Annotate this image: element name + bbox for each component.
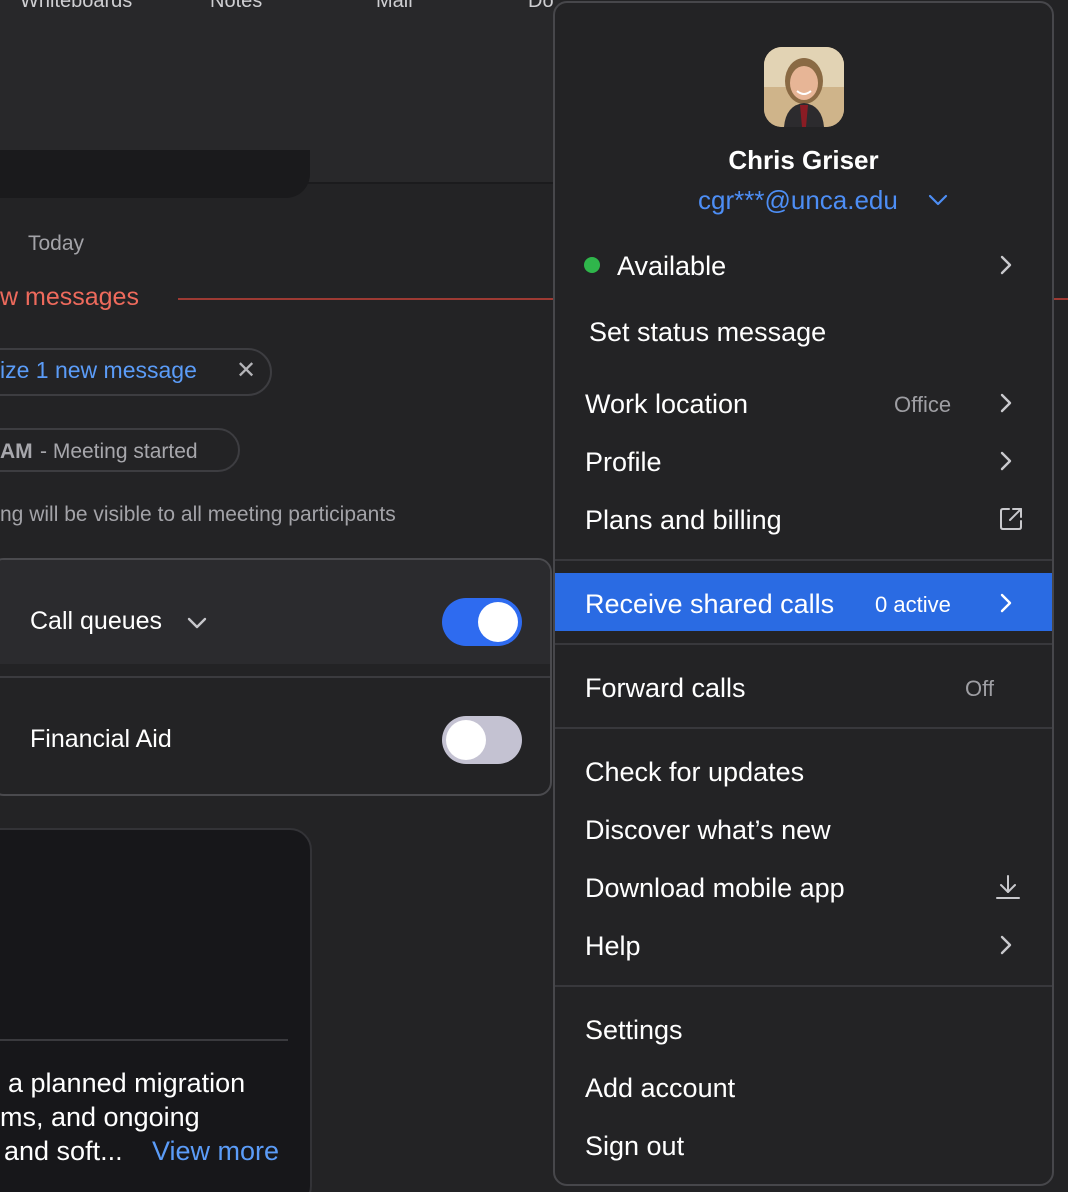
menu-separator [555,559,1052,561]
chevron-right-icon [1000,255,1012,275]
close-icon[interactable]: ✕ [236,356,256,385]
new-messages-label: w messages [0,283,139,311]
menu-item-help[interactable]: Help [585,931,641,962]
menu-separator [555,985,1052,987]
tab-whiteboards[interactable]: Whiteboards [20,0,132,13]
financial-aid-toggle[interactable] [442,716,522,764]
card-divider [0,1039,288,1041]
menu-item-download-mobile[interactable]: Download mobile app [585,873,845,904]
date-separator: Today [28,232,85,255]
call-queues-toggle[interactable] [442,598,522,646]
external-link-icon [1000,508,1022,530]
toggle-knob [478,602,518,642]
chevron-down-icon[interactable] [927,193,949,207]
avatar[interactable] [764,47,844,127]
menu-separator [555,643,1052,645]
chevron-right-icon [1000,935,1012,955]
active-count-badge: 0 active [875,592,951,617]
divider [0,676,550,678]
chevron-right-icon [1000,393,1012,413]
toggle-knob [446,720,486,760]
tab-notes[interactable]: Notes [210,0,262,13]
menu-item-check-updates[interactable]: Check for updates [585,757,804,788]
menu-item-add-account[interactable]: Add account [585,1073,735,1104]
menu-item-plans-billing[interactable]: Plans and billing [585,505,782,536]
tab-mail[interactable]: Mail [376,0,413,13]
menu-item-set-status[interactable]: Set status message [589,317,826,348]
meeting-status: - Meeting started [40,440,198,463]
chevron-down-icon[interactable] [186,616,208,630]
forward-calls-value: Off [965,676,994,701]
summary-chip-label[interactable]: ize 1 new message [0,357,197,384]
card-text-line: ms, and ongoing [0,1102,200,1132]
menu-item-available[interactable]: Available [617,251,726,282]
download-icon [996,875,1020,899]
menu-item-sign-out[interactable]: Sign out [585,1131,684,1162]
account-switcher[interactable]: cgr***@unca.edu [698,185,898,216]
work-location-value: Office [894,392,952,417]
queue-label-financial-aid: Financial Aid [30,725,172,753]
card-text-line: and soft... [4,1136,123,1166]
visibility-note: ng will be visible to all meeting partic… [0,503,396,526]
menu-item-profile[interactable]: Profile [585,447,662,478]
user-name: Chris Griser [728,145,879,175]
chevron-right-icon [1000,593,1012,613]
profile-menu: Chris Griser cgr***@unca.edu Available S… [553,1,1054,1186]
top-tab-bar: Whiteboards Notes Mail Do [0,0,560,28]
meeting-time: AM [0,440,33,463]
chevron-right-icon [1000,451,1012,471]
view-more-link[interactable]: View more [152,1136,279,1167]
header-pill [0,150,310,198]
status-dot [584,257,600,273]
call-queues-label: Call queues [30,607,163,635]
receive-shared-calls-label: Receive shared calls [585,589,835,619]
menu-item-discover-new[interactable]: Discover what’s new [585,815,831,846]
menu-separator [555,727,1052,729]
menu-item-forward-calls[interactable]: Forward calls [585,673,746,704]
menu-item-settings[interactable]: Settings [585,1015,683,1046]
card-text-line: a planned migration [8,1068,246,1098]
tab-docs[interactable]: Do [528,0,554,13]
menu-item-work-location[interactable]: Work location [585,389,748,420]
call-queues-panel: Call queues Financial Aid [0,558,552,796]
